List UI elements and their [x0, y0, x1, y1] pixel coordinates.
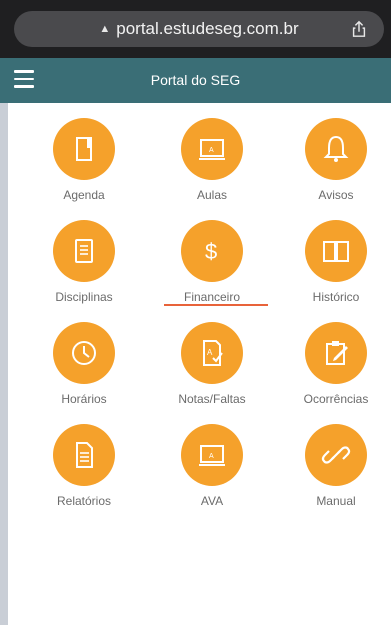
ava-icon: A	[181, 424, 243, 486]
menu-item-label: Notas/Faltas	[178, 392, 246, 406]
menu-item-notas-faltas[interactable]: A Notas/Faltas	[152, 322, 272, 412]
menu-item-label: Financeiro	[183, 290, 241, 304]
agenda-icon	[53, 118, 115, 180]
browser-bar: ▲ portal.estudeseg.com.br	[0, 0, 391, 58]
menu-item-horarios[interactable]: Horários	[24, 322, 144, 412]
bell-icon	[305, 118, 367, 180]
menu-item-label: Agenda	[63, 188, 105, 202]
menu-item-label: Manual	[316, 494, 356, 508]
menu-item-label: Avisos	[318, 188, 354, 202]
svg-text:A: A	[209, 147, 214, 154]
menu-item-agenda[interactable]: Agenda	[24, 118, 144, 208]
notebook-icon	[53, 220, 115, 282]
menu-item-relatorios[interactable]: Relatórios	[24, 424, 144, 514]
share-icon[interactable]	[350, 20, 368, 38]
grades-icon: A	[181, 322, 243, 384]
dollar-icon: $	[181, 220, 243, 282]
menu-item-label: Horários	[61, 392, 107, 406]
address-bar[interactable]: ▲ portal.estudeseg.com.br	[14, 11, 384, 47]
menu-item-label: AVA	[200, 494, 224, 508]
app-header: Portal do SEG	[0, 58, 391, 103]
book-icon	[305, 220, 367, 282]
menu-grid: Agenda A Aulas Avisos Disciplinas $ Fina…	[8, 103, 391, 625]
clipboard-edit-icon	[305, 322, 367, 384]
document-icon	[53, 424, 115, 486]
menu-item-disciplinas[interactable]: Disciplinas	[24, 220, 144, 310]
svg-text:A: A	[209, 453, 214, 460]
page-title: Portal do SEG	[150, 72, 241, 88]
menu-item-label: Aulas	[196, 188, 228, 202]
menu-item-historico[interactable]: Histórico	[276, 220, 391, 310]
clock-icon	[53, 322, 115, 384]
svg-text:A: A	[207, 348, 213, 357]
menu-item-label: Disciplinas	[55, 290, 113, 304]
lock-icon: ▲	[99, 23, 111, 35]
menu-item-ocorrencias[interactable]: Ocorrências	[276, 322, 391, 412]
menu-item-manual[interactable]: Manual	[276, 424, 391, 514]
menu-item-financeiro[interactable]: $ Financeiro	[152, 220, 272, 310]
link-icon	[305, 424, 367, 486]
menu-item-label: Histórico	[312, 290, 360, 304]
menu-item-label: Relatórios	[56, 494, 112, 508]
menu-item-aulas[interactable]: A Aulas	[152, 118, 272, 208]
active-item-underline	[164, 304, 268, 306]
url-text: portal.estudeseg.com.br	[116, 19, 299, 38]
aulas-icon: A	[181, 118, 243, 180]
menu-item-ava[interactable]: A AVA	[152, 424, 272, 514]
svg-text:$: $	[205, 239, 217, 264]
menu-item-avisos[interactable]: Avisos	[276, 118, 391, 208]
menu-item-label: Ocorrências	[303, 392, 369, 406]
